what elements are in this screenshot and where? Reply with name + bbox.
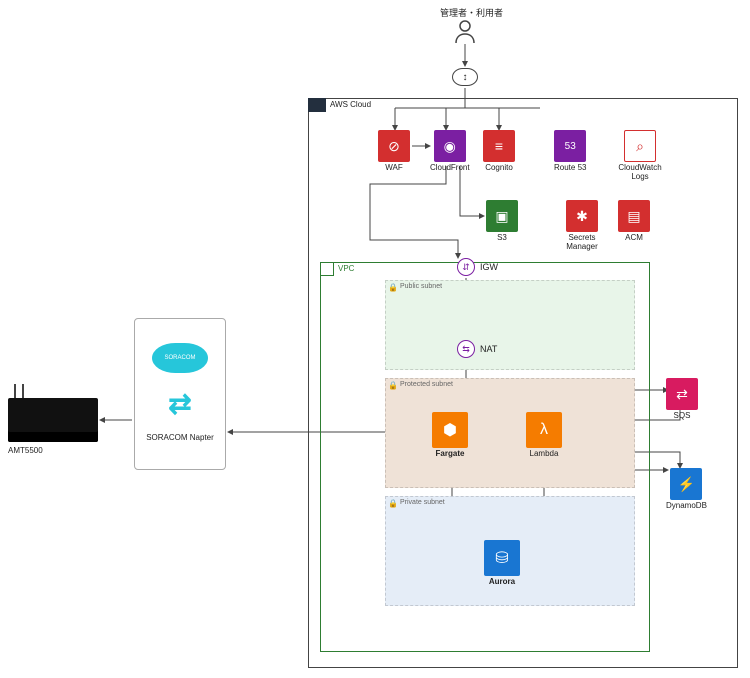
lock-icon: 🔒 <box>388 499 398 509</box>
secrets-manager-label: Secrets Manager <box>554 234 610 252</box>
public-subnet: 🔒 Public subnet <box>385 280 635 370</box>
dynamodb-icon: ⚡ <box>670 468 702 500</box>
s3-label: S3 <box>497 234 507 243</box>
soracom-napter-box: SORACOM ⇄ SORACOM Napter <box>134 318 226 470</box>
cognito-icon: ≡ <box>483 130 515 162</box>
waf-icon: ⊘ <box>378 130 410 162</box>
lock-icon: 🔒 <box>388 381 398 391</box>
secrets-manager-icon: ✱ <box>566 200 598 232</box>
cloudfront-icon: ◉ <box>434 130 466 162</box>
waf-label: WAF <box>385 164 402 173</box>
private-subnet-label: Private subnet <box>386 497 634 506</box>
public-subnet-label: Public subnet <box>386 281 634 290</box>
vpc-icon <box>320 262 334 276</box>
aurora-label: Aurora <box>489 578 515 587</box>
acm-label: ACM <box>625 234 643 243</box>
nat-icon: ⇆ <box>457 340 475 358</box>
fargate-label: Fargate <box>436 450 465 459</box>
lock-icon: 🔒 <box>388 283 398 293</box>
aurora-icon: ⛁ <box>484 540 520 576</box>
lambda-icon: λ <box>526 412 562 448</box>
aws-logo-icon <box>308 98 326 112</box>
sqs-label: SQS <box>674 412 691 421</box>
route53-label: Route 53 <box>554 164 586 173</box>
nat-label: NAT <box>480 344 497 354</box>
napter-icon: ⇄ <box>168 387 191 420</box>
cloudwatch-logs-label: CloudWatch Logs <box>610 164 670 182</box>
s3-icon: ▣ <box>486 200 518 232</box>
dynamodb-label: DynamoDB <box>666 502 707 511</box>
lambda-label: Lambda <box>530 450 559 459</box>
cognito-label: Cognito <box>485 164 513 173</box>
user-icon <box>454 20 476 50</box>
aws-cloud-label: AWS Cloud <box>330 100 371 109</box>
igw-label: IGW <box>480 262 498 272</box>
cloudwatch-logs-icon: ⌕ <box>624 130 656 162</box>
igw-icon: ⇵ <box>457 258 475 276</box>
cloudfront-label: CloudFront <box>430 164 470 173</box>
protected-subnet-label: Protected subnet <box>386 379 634 388</box>
protected-subnet: 🔒 Protected subnet <box>385 378 635 488</box>
acm-icon: ▤ <box>618 200 650 232</box>
vpc-label: VPC <box>338 264 354 273</box>
soracom-napter-label: SORACOM Napter <box>146 434 214 443</box>
amt5500-device-icon <box>8 398 98 442</box>
internet-cloud-icon: ↕ <box>452 68 478 86</box>
sqs-icon: ⇄ <box>666 378 698 410</box>
amt5500-label: AMT5500 <box>8 446 43 455</box>
route53-icon: 53 <box>554 130 586 162</box>
soracom-cloud-icon: SORACOM <box>152 343 208 373</box>
fargate-icon: ⬢ <box>432 412 468 448</box>
actor-label: 管理者・利用者 <box>440 6 503 19</box>
